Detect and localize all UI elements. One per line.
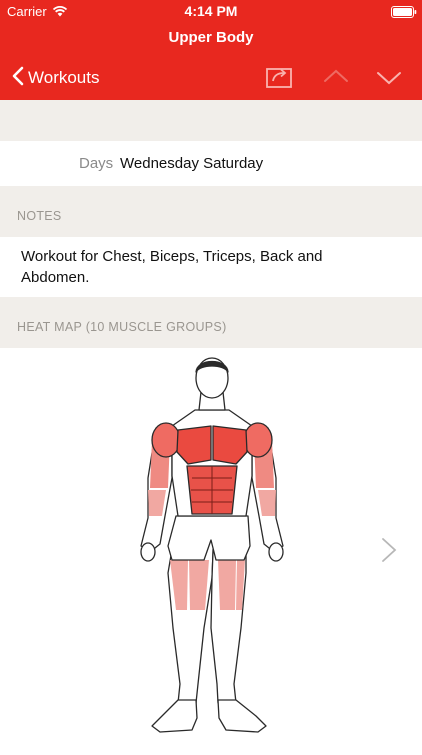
status-bar: Carrier 4:14 PM [0, 0, 422, 22]
body-heat-map-illustration [140, 357, 284, 733]
clock: 4:14 PM [184, 3, 238, 19]
section-spacer [0, 100, 422, 141]
battery-icon [391, 5, 417, 23]
heat-map-section-header: HEAT MAP (10 MUSCLE GROUPS) [0, 297, 422, 348]
back-button[interactable]: Workouts [12, 66, 100, 90]
notes-section-header: NOTES [0, 186, 422, 237]
days-label: Days [79, 155, 114, 172]
navigation-header: Carrier 4:14 PM Upper Body Workouts [0, 0, 422, 100]
chevron-left-icon [12, 66, 24, 91]
page-title: Upper Body [168, 29, 254, 46]
back-label: Workouts [28, 68, 100, 87]
chevron-up-icon[interactable] [323, 68, 349, 89]
notes-text: Workout for Chest, Biceps, Triceps, Back… [21, 248, 323, 286]
heat-map-figure[interactable] [0, 348, 422, 750]
heat-map-section-title: HEAT MAP (10 MUSCLE GROUPS) [17, 320, 227, 334]
chevron-right-icon[interactable] [380, 537, 398, 568]
days-row[interactable]: Days Wednesday Saturday [0, 141, 422, 186]
chevron-down-icon[interactable] [376, 70, 402, 91]
days-value: Wednesday Saturday [120, 155, 264, 172]
notes-row[interactable]: Workout for Chest, Biceps, Triceps, Back… [0, 237, 422, 297]
share-icon[interactable] [265, 64, 293, 95]
notes-section-title: NOTES [17, 209, 62, 223]
